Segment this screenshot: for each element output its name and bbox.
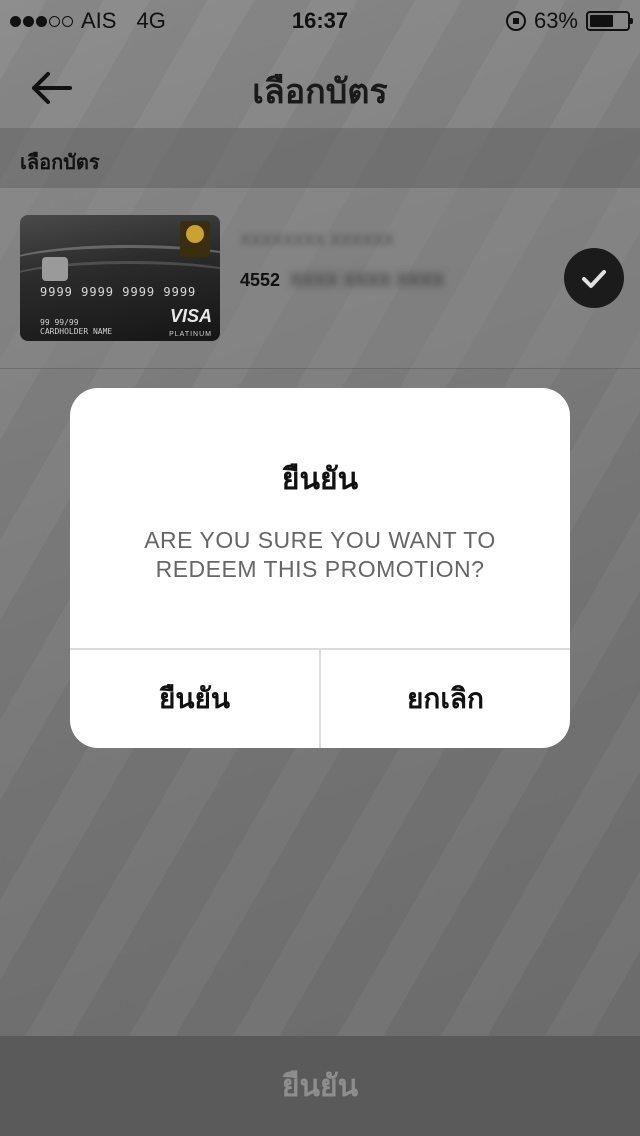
dialog-cancel-button[interactable]: ยกเลิก xyxy=(321,650,570,748)
dialog-message: ARE YOU SURE YOU WANT TO REDEEM THIS PRO… xyxy=(144,527,496,582)
dialog-confirm-button[interactable]: ยืนยัน xyxy=(70,650,319,748)
confirm-dialog: ยืนยัน ARE YOU SURE YOU WANT TO REDEEM T… xyxy=(70,388,570,748)
confirm-button[interactable]: ยืนยัน xyxy=(0,1036,640,1136)
dialog-title: ยืนยัน xyxy=(281,463,359,496)
confirm-button-label: ยืนยัน xyxy=(281,1069,359,1103)
